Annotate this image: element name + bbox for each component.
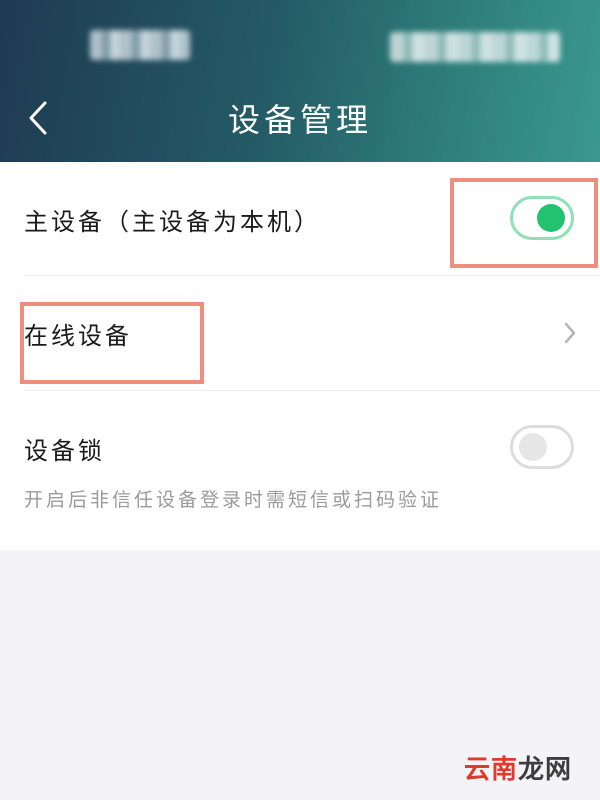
primary-device-toggle[interactable]: [510, 196, 574, 240]
page-title: 设备管理: [227, 101, 372, 139]
watermark-part-2: 龙网: [517, 755, 572, 785]
device-lock-row: 设备锁 开启后非信任设备登录时需短信或扫码验证: [0, 391, 600, 550]
toggle-knob: [537, 204, 565, 232]
primary-device-label: 主设备（主设备为本机）: [24, 208, 321, 236]
primary-device-row: 主设备（主设备为本机）: [0, 162, 600, 275]
watermark-logo: 云南龙网: [464, 749, 572, 786]
online-devices-row[interactable]: 在线设备: [0, 276, 600, 390]
chevron-right-icon: [564, 322, 576, 344]
header-bar: 设备管理: [0, 0, 600, 162]
device-lock-hint: 开启后非信任设备登录时需短信或扫码验证: [24, 489, 443, 511]
blurred-status-left: [90, 30, 190, 60]
toggle-knob: [519, 433, 547, 461]
device-lock-toggle[interactable]: [510, 425, 574, 469]
online-devices-label: 在线设备: [24, 322, 132, 350]
watermark-part-1: 云南: [463, 755, 518, 785]
device-lock-label: 设备锁: [24, 437, 105, 465]
blurred-status-right: [390, 32, 560, 62]
settings-list: 主设备（主设备为本机） 在线设备 设备锁 开启后非信任设备登录时需短信或扫码验证: [0, 162, 600, 550]
